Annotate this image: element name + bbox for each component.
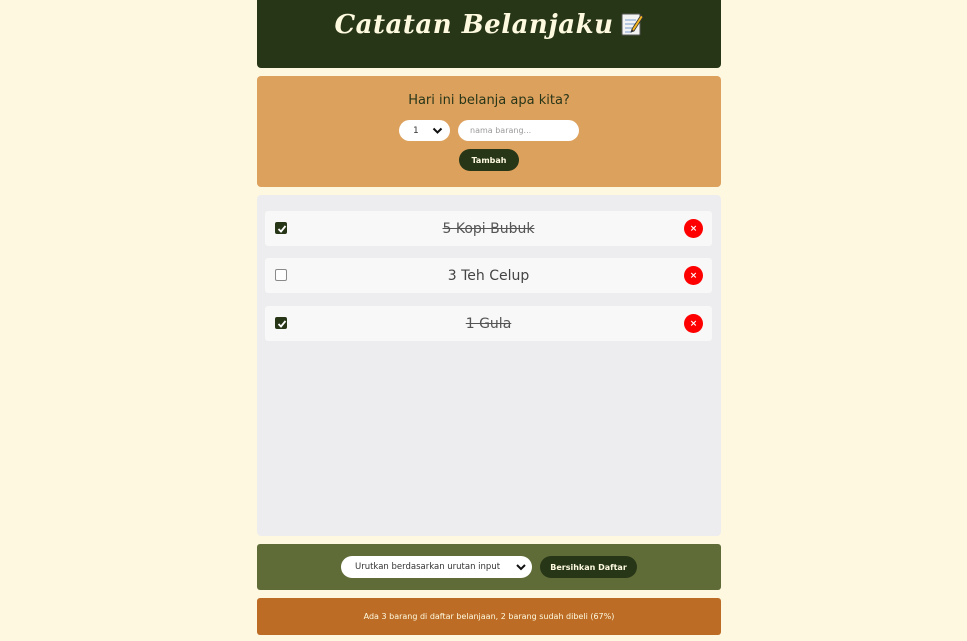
list-item: 5 Kopi Bubuk × xyxy=(265,211,712,246)
form-question: Hari ini belanja apa kita? xyxy=(408,93,570,108)
quantity-select[interactable]: 1 xyxy=(399,120,450,141)
page-title: Catatan Belanjaku xyxy=(334,10,644,40)
chevron-down-icon xyxy=(432,125,443,136)
add-item-form: Hari ini belanja apa kita? 1 Tambah xyxy=(257,76,721,187)
sort-select[interactable]: Urutkan berdasarkan urutan input xyxy=(341,556,532,578)
shopping-list: 5 Kopi Bubuk × 3 Teh Celup × 1 Gula × xyxy=(257,195,721,536)
item-name-input[interactable] xyxy=(458,120,579,141)
item-label: 5 Kopi Bubuk xyxy=(442,220,535,237)
delete-item-button[interactable]: × xyxy=(684,219,703,238)
list-controls: Urutkan berdasarkan urutan input Bersihk… xyxy=(257,544,721,590)
chevron-down-icon xyxy=(515,561,527,573)
memo-icon xyxy=(620,11,644,37)
list-item: 1 Gula × xyxy=(265,306,712,341)
page-title-text: Catatan Belanjaku xyxy=(334,10,614,40)
delete-item-button[interactable]: × xyxy=(684,314,703,333)
delete-item-button[interactable]: × xyxy=(684,266,703,285)
stats-footer: Ada 3 barang di daftar belanjaan, 2 bara… xyxy=(257,598,721,635)
item-label: 1 Gula xyxy=(465,315,512,332)
quantity-value: 1 xyxy=(413,125,419,136)
clear-list-button[interactable]: Bersihkan Daftar xyxy=(540,556,637,578)
item-label: 3 Teh Celup xyxy=(447,267,530,284)
list-item: 3 Teh Celup × xyxy=(265,258,712,293)
add-button[interactable]: Tambah xyxy=(459,149,519,171)
header: Catatan Belanjaku xyxy=(257,0,721,68)
stats-text: Ada 3 barang di daftar belanjaan, 2 bara… xyxy=(363,612,615,621)
sort-value: Urutkan berdasarkan urutan input xyxy=(355,562,501,572)
